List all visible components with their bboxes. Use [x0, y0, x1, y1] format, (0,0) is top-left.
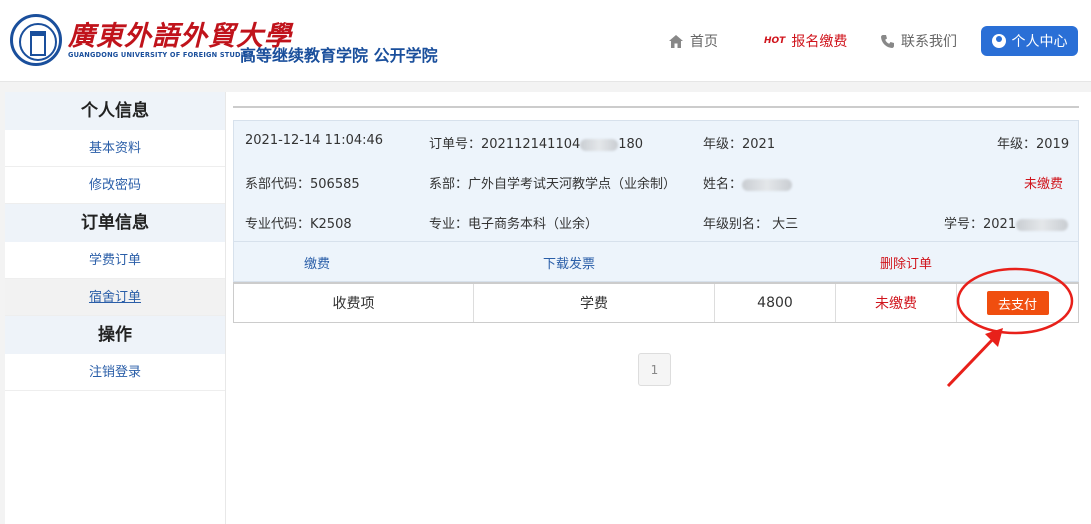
student-number: 学号：2021: [944, 213, 1069, 232]
divider: [233, 106, 1079, 108]
order-grade-right: 年级：2019: [997, 137, 1070, 152]
sidebar-title-ops: 操作: [5, 316, 225, 354]
order-number-tail: 180: [618, 137, 644, 152]
dept-code: 系部代码：506585: [245, 177, 360, 192]
pagination-page-1[interactable]: 1: [638, 353, 671, 386]
site-header: 廣東外語外貿大學 GUANGDONG UNIVERSITY OF FOREIGN…: [0, 0, 1091, 82]
order-number: 订单号：202112141104 180: [429, 133, 643, 152]
student-name-label: 姓名：: [703, 177, 743, 192]
sidebar-item-logout[interactable]: 注销登录: [5, 354, 225, 391]
user-center-button[interactable]: 个人中心: [981, 26, 1078, 56]
order-status: 未缴费: [1024, 177, 1064, 192]
download-invoice-link[interactable]: 下载发票: [543, 253, 595, 272]
major-code: 专业代码：K2508: [245, 217, 352, 232]
nav-signup[interactable]: HOT 报名缴费: [764, 30, 847, 52]
dept: 系部：广外自学考试天河教学点（业余制）: [429, 177, 677, 192]
university-seal-icon: [10, 14, 62, 66]
nav-home[interactable]: 首页: [668, 30, 718, 52]
user-center-label: 个人中心: [1011, 34, 1068, 50]
sidebar-title-personal: 个人信息: [5, 92, 225, 130]
fee-table: 收费项 学费 4800 未缴费 去支付: [233, 282, 1079, 323]
major: 专业：电子商务本科（业余）: [429, 217, 599, 232]
redacted-blur: [742, 178, 793, 191]
main-content: 2021-12-14 11:04:46 订单号：202112141104 180 …: [225, 92, 1091, 524]
college-name: 高等继续教育学院 公开学院: [240, 46, 438, 65]
order-number-text: 订单号：202112141104: [429, 137, 581, 152]
sidebar-item-tuition-order[interactable]: 学费订单: [5, 242, 225, 279]
sidebar-item-basic-info[interactable]: 基本资料: [5, 130, 225, 167]
fee-item-label: 收费项: [234, 284, 474, 322]
university-logo-en: GUANGDONG UNIVERSITY OF FOREIGN STUDIES: [68, 51, 254, 59]
user-icon: [991, 34, 1006, 48]
go-pay-button[interactable]: 去支付: [986, 291, 1049, 315]
fee-item: 学费: [474, 284, 715, 322]
nav-home-label: 首页: [690, 34, 718, 50]
sidebar-item-change-password[interactable]: 修改密码: [5, 167, 225, 204]
redacted-blur: [580, 138, 619, 151]
nav-contact[interactable]: 联系我们: [880, 30, 957, 52]
order-datetime: 2021-12-14 11:04:46: [245, 133, 384, 148]
nav-signup-label: 报名缴费: [791, 34, 848, 50]
redacted-blur: [1016, 218, 1069, 231]
fee-action-cell: 去支付: [957, 284, 1078, 322]
fee-amount: 4800: [715, 284, 836, 322]
order-card: 2021-12-14 11:04:46 订单号：202112141104 180 …: [233, 120, 1079, 282]
order-actions: 缴费 下载发票 删除订单: [234, 241, 1078, 281]
fee-status: 未缴费: [836, 284, 957, 322]
hot-icon: HOT: [764, 36, 786, 46]
order-grade: 年级：2021: [703, 137, 776, 152]
sidebar-title-orders: 订单信息: [5, 204, 225, 242]
delete-order-link[interactable]: 删除订单: [880, 253, 932, 272]
sidebar-item-dorm-order[interactable]: 宿舍订单: [5, 279, 225, 316]
student-number-text: 学号：2021: [944, 217, 1017, 232]
student-name: 姓名：: [703, 173, 793, 192]
phone-icon: [881, 34, 894, 48]
grade-alias: 年级别名： 大三: [703, 217, 799, 232]
home-icon: [669, 34, 683, 48]
sidebar: 个人信息 基本资料 修改密码 订单信息 学费订单 宿舍订单 操作 注销登录: [5, 92, 225, 524]
pay-link[interactable]: 缴费: [304, 253, 330, 272]
nav-contact-label: 联系我们: [901, 34, 957, 50]
